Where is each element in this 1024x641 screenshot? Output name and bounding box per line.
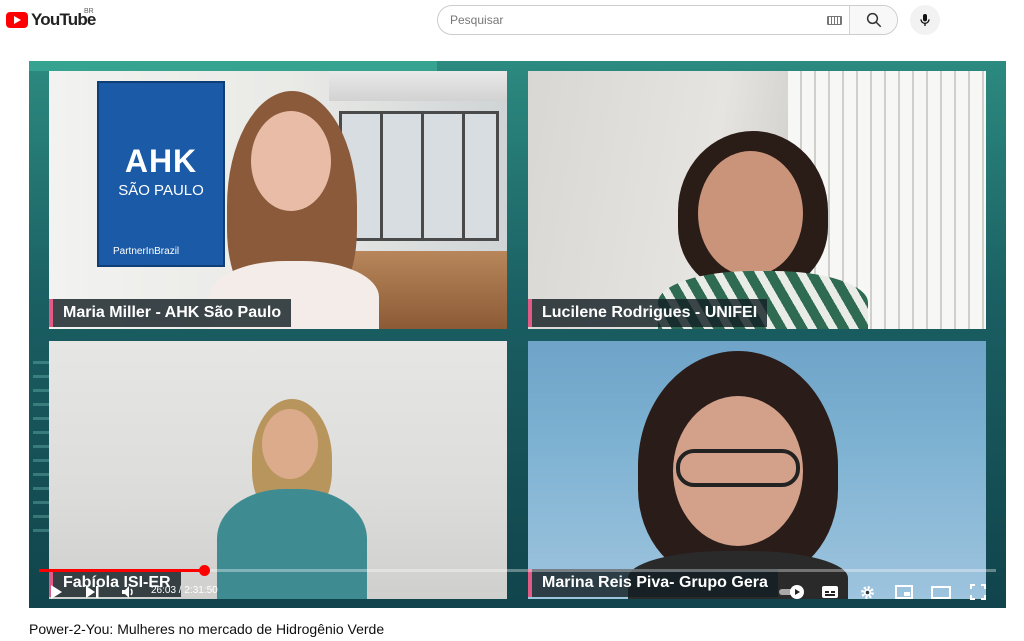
theater-icon bbox=[931, 585, 951, 599]
play-icon bbox=[51, 585, 62, 599]
time-display: 26:03 / 2:31:50 bbox=[151, 585, 218, 596]
background-accent-bar bbox=[29, 61, 437, 71]
ahk-banner-partner: PartnerInBrazil bbox=[113, 246, 180, 257]
mic-icon bbox=[920, 14, 930, 26]
participant-name-1: Maria Miller - AHK São Paulo bbox=[49, 299, 292, 327]
settings-icon bbox=[860, 585, 874, 599]
subtitles-icon bbox=[822, 586, 838, 598]
volume-icon bbox=[122, 586, 133, 598]
youtube-logo-icon bbox=[6, 12, 28, 28]
search-icon bbox=[866, 12, 881, 28]
fullscreen-button[interactable] bbox=[967, 582, 989, 602]
video-player[interactable]: AHK SÃO PAULO PartnerInBrazil Maria Mill… bbox=[29, 61, 1006, 608]
search-button[interactable] bbox=[849, 6, 897, 34]
video-title: Power-2-You: Mulheres no mercado de Hidr… bbox=[29, 621, 385, 637]
progress-played bbox=[39, 569, 204, 572]
miniplayer-icon bbox=[895, 585, 913, 599]
participant-tile-1: AHK SÃO PAULO PartnerInBrazil Maria Mill… bbox=[49, 71, 507, 329]
duration: 2:31:50 bbox=[184, 585, 218, 596]
youtube-logo[interactable]: YouTube BR bbox=[6, 8, 96, 30]
participant-tile-4: Marina Reis Piva- Grupo Gera bbox=[528, 341, 986, 599]
participant-name-2: Lucilene Rodrigues - UNIFEI bbox=[528, 299, 768, 327]
fullscreen-icon bbox=[970, 584, 986, 600]
subtitles-button[interactable] bbox=[819, 582, 841, 602]
participant-video-4 bbox=[618, 351, 858, 599]
settings-button[interactable] bbox=[856, 582, 878, 602]
search-input[interactable] bbox=[438, 6, 819, 34]
voice-search-button[interactable] bbox=[910, 5, 940, 35]
region-code: BR bbox=[84, 8, 94, 15]
next-button[interactable] bbox=[81, 582, 103, 602]
autoplay-toggle-icon bbox=[779, 585, 804, 599]
theater-mode-button[interactable] bbox=[930, 582, 952, 602]
keyboard-icon[interactable] bbox=[819, 6, 849, 34]
current-time: 26:03 bbox=[151, 585, 177, 596]
miniplayer-button[interactable] bbox=[893, 582, 915, 602]
play-button[interactable] bbox=[45, 582, 67, 602]
participant-tile-3: Fabíola ISI-ER bbox=[49, 341, 507, 599]
next-icon bbox=[86, 586, 99, 598]
top-bar: YouTube BR bbox=[0, 0, 1024, 40]
glasses bbox=[676, 449, 800, 487]
progress-bar[interactable] bbox=[39, 565, 996, 576]
search-box bbox=[437, 5, 898, 35]
progress-scrubber[interactable] bbox=[198, 565, 210, 576]
participant-video-1 bbox=[199, 91, 399, 329]
player-controls: 26:03 / 2:31:50 bbox=[29, 576, 1006, 608]
autoplay-toggle[interactable] bbox=[777, 582, 807, 602]
volume-button[interactable] bbox=[117, 582, 139, 602]
participant-tile-2: Lucilene Rodrigues - UNIFEI bbox=[528, 71, 986, 329]
